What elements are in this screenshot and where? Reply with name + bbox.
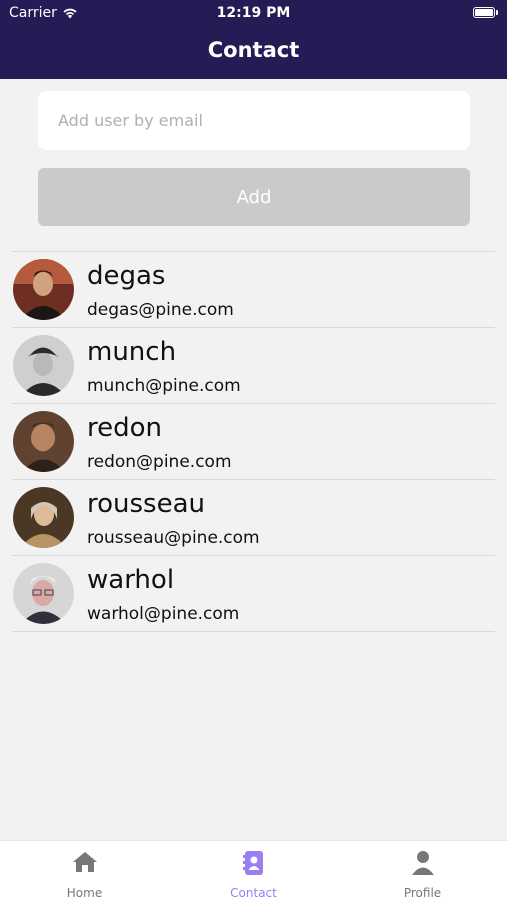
contact-email: rousseau@pine.com	[87, 528, 260, 548]
person-icon	[411, 851, 434, 875]
status-bar: Carrier 12:19 PM	[0, 0, 507, 28]
contact-email: degas@pine.com	[87, 300, 234, 320]
avatar	[13, 335, 74, 396]
contact-email: warhol@pine.com	[87, 604, 240, 624]
avatar	[13, 487, 74, 548]
contact-book-icon	[242, 851, 263, 875]
header-bar: Carrier 12:19 PM Contact	[0, 0, 507, 79]
contact-name: munch	[87, 337, 177, 367]
contact-name: degas	[87, 261, 166, 291]
tab-bar: Home Contact Profile	[0, 840, 507, 901]
battery-icon	[473, 7, 495, 18]
contact-list: degas degas@pine.com munch munch@pine.co…	[12, 251, 495, 632]
contact-name: rousseau	[87, 489, 206, 519]
tab-label: Profile	[403, 886, 442, 900]
contact-row-rousseau[interactable]: rousseau rousseau@pine.com	[12, 480, 495, 556]
contact-row-munch[interactable]: munch munch@pine.com	[12, 328, 495, 404]
contact-name: warhol	[87, 565, 175, 595]
avatar	[13, 411, 74, 472]
tab-contact[interactable]: Contact	[169, 841, 338, 901]
email-input[interactable]	[38, 91, 470, 150]
contact-row-redon[interactable]: redon redon@pine.com	[12, 404, 495, 480]
status-time: 12:19 PM	[216, 5, 291, 21]
contact-name: redon	[87, 413, 163, 443]
home-icon	[72, 852, 97, 872]
avatar	[13, 563, 74, 624]
contact-row-degas[interactable]: degas degas@pine.com	[12, 252, 495, 328]
add-user-button[interactable]: Add	[38, 168, 470, 226]
contact-email: redon@pine.com	[87, 452, 232, 472]
contact-row-warhol[interactable]: warhol warhol@pine.com	[12, 556, 495, 632]
avatar	[13, 259, 74, 320]
tab-profile[interactable]: Profile	[338, 841, 507, 901]
tab-label: Contact	[230, 886, 277, 900]
tab-label: Home	[66, 886, 103, 900]
battery-tip	[496, 10, 498, 15]
contact-email: munch@pine.com	[87, 376, 241, 396]
tab-home[interactable]: Home	[0, 841, 169, 901]
page-title: Contact	[207, 38, 300, 62]
